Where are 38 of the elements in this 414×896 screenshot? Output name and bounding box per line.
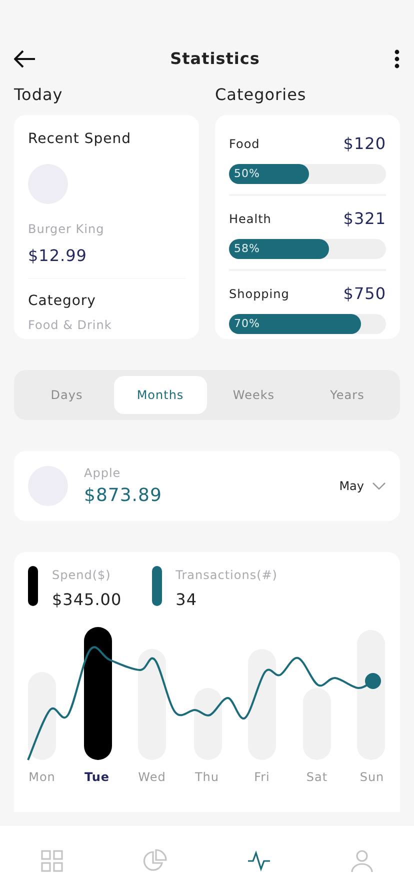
- day-label: Tue: [83, 769, 111, 786]
- period-tab[interactable]: Days: [20, 376, 114, 414]
- legend-label: Spend($): [52, 567, 112, 584]
- category-label: Category: [28, 292, 97, 311]
- legend-value: $345.00: [52, 589, 122, 611]
- category-amount: $321: [343, 208, 386, 230]
- merchant-name: Burger King: [28, 221, 106, 238]
- account-name: Apple: [84, 464, 122, 482]
- day-label: Fri: [253, 769, 271, 786]
- account-amount: $873.89: [84, 484, 163, 508]
- percent-label: 70%: [234, 316, 260, 332]
- section-heading: Categories: [215, 84, 308, 106]
- period-tab[interactable]: Months: [114, 376, 207, 414]
- card-title: Recent Spend: [28, 130, 132, 149]
- section-heading: Today: [14, 84, 64, 106]
- legend-label: Transactions(#): [176, 567, 278, 584]
- category-name: Shopping: [229, 286, 290, 303]
- period-tab[interactable]: Weeks: [207, 376, 300, 414]
- category-amount: $120: [343, 133, 386, 155]
- more-icon[interactable]: [394, 49, 400, 69]
- period-tab[interactable]: Years: [300, 376, 394, 414]
- day-label: Mon: [28, 769, 56, 786]
- day-label: Wed: [137, 769, 167, 786]
- percent-label: 58%: [234, 241, 260, 257]
- day-label: Thu: [194, 769, 220, 786]
- spend-amount: $12.99: [28, 245, 88, 267]
- category-name: Food & Drink: [28, 317, 113, 334]
- chevron-down-icon: [372, 482, 386, 490]
- page-title: Statistics: [170, 48, 260, 70]
- category-name: Food: [229, 136, 260, 153]
- category-amount: $750: [343, 283, 386, 305]
- day-label: Sat: [305, 769, 329, 786]
- month-dropdown[interactable]: May: [339, 477, 386, 495]
- percent-label: 50%: [234, 166, 260, 182]
- back-icon[interactable]: [14, 50, 36, 68]
- legend-value: 34: [176, 589, 198, 611]
- category-name: Health: [229, 211, 272, 228]
- day-label: Sun: [358, 769, 386, 786]
